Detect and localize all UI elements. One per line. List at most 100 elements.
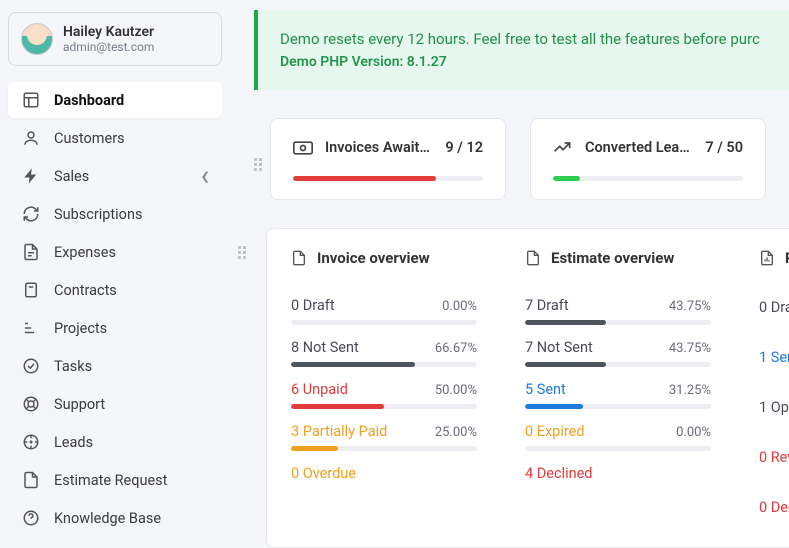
- stat-invoices-awaiting[interactable]: Invoices Awaiting ... 9 / 12: [270, 118, 506, 200]
- refresh-icon: [22, 205, 40, 223]
- stat-converted-leads[interactable]: Converted Leads 7 / 50: [530, 118, 766, 200]
- user-icon: [22, 129, 40, 147]
- overview-pct: 0.00%: [442, 299, 477, 314]
- overview-label: 0 Draft: [759, 299, 789, 316]
- nav-contracts[interactable]: Contracts: [8, 272, 222, 308]
- overview-bar: [291, 320, 477, 325]
- info-banner: Demo resets every 12 hours. Feel free to…: [254, 10, 789, 90]
- nav-label: Contracts: [54, 282, 117, 299]
- overview-row[interactable]: 5 Sent31.25%: [525, 381, 711, 409]
- overview-pct: 25.00%: [435, 425, 477, 440]
- overview-row[interactable]: 1 Open: [759, 397, 789, 416]
- nav-label: Estimate Request: [54, 472, 167, 489]
- overview-label: 1 Open: [759, 399, 789, 416]
- nav-expenses[interactable]: Expenses: [8, 234, 222, 270]
- file-icon: [291, 249, 307, 267]
- overview-pct: 66.67%: [435, 341, 477, 356]
- overview-label: 4 Declined: [525, 465, 592, 482]
- file-icon: [22, 471, 40, 489]
- invoice-overview: Invoice overview 0 Draft0.00% 8 Not Sent 6…: [267, 249, 501, 547]
- money-icon: [293, 141, 313, 155]
- overview-title: Pro: [785, 249, 789, 267]
- nav-label: Sales: [54, 168, 89, 185]
- overview-bar: [291, 446, 477, 451]
- nav-knowledge-base[interactable]: Knowledge Base: [8, 500, 222, 536]
- banner-text: Demo resets every 12 hours. Feel free to…: [280, 30, 767, 48]
- overview-bar: [525, 320, 711, 325]
- nav: Dashboard Customers Sales ❮ Subscription…: [8, 82, 222, 536]
- overview-row[interactable]: 8 Not Sent 66.67%: [291, 339, 477, 367]
- overview-label: 7 Not Sent: [525, 339, 593, 356]
- overview-label: 6 Unpaid: [291, 381, 348, 398]
- sidebar: Hailey Kautzer admin@test.com Dashboard …: [0, 0, 230, 548]
- list-icon: [22, 319, 40, 337]
- user-card[interactable]: Hailey Kautzer admin@test.com: [8, 12, 222, 66]
- overview-label: 7 Draft: [525, 297, 569, 314]
- overview-bar: [291, 362, 477, 367]
- overview-row[interactable]: 0 Revise: [759, 447, 789, 466]
- progress-bar: [293, 176, 483, 181]
- overview-row[interactable]: 7 Draft 43.75%: [525, 297, 711, 325]
- overview-pct: 0.00%: [676, 425, 711, 440]
- file-icon: [22, 243, 40, 261]
- nav-label: Customers: [54, 130, 125, 147]
- nav-label: Expenses: [54, 244, 116, 261]
- overview-row[interactable]: 0 Draft0.00%: [291, 297, 477, 325]
- overview-title: Invoice overview: [317, 249, 430, 267]
- overview-row[interactable]: 0 Declin: [759, 497, 789, 516]
- progress-bar: [553, 176, 743, 181]
- nav-subscriptions[interactable]: Subscriptions: [8, 196, 222, 232]
- nav-customers[interactable]: Customers: [8, 120, 222, 156]
- overview-pct: 43.75%: [669, 299, 711, 314]
- overview-label: 3 Partially Paid: [291, 423, 387, 440]
- nav-projects[interactable]: Projects: [8, 310, 222, 346]
- user-email: admin@test.com: [63, 40, 154, 54]
- drag-handle-icon[interactable]: [238, 200, 246, 548]
- overview-row[interactable]: 6 Unpaid 50.00%: [291, 381, 477, 409]
- user-name: Hailey Kautzer: [63, 24, 154, 40]
- nav-label: Dashboard: [54, 92, 124, 109]
- overview-label: 0 Declin: [759, 499, 789, 516]
- overview-row[interactable]: 0 Expired 0.00%: [525, 423, 711, 451]
- overview-bar: [525, 362, 711, 367]
- nav-leads[interactable]: Leads: [8, 424, 222, 460]
- main: Demo resets every 12 hours. Feel free to…: [230, 0, 789, 548]
- overview-row[interactable]: 7 Not Sent 43.75%: [525, 339, 711, 367]
- stat-count: 9 / 12: [445, 139, 483, 156]
- stat-count: 7 / 50: [705, 139, 743, 156]
- avatar: [21, 23, 53, 55]
- nav-label: Subscriptions: [54, 206, 142, 223]
- trend-icon: [553, 141, 573, 155]
- document-icon: [22, 281, 40, 299]
- overview-label: 0 Overdue: [291, 465, 356, 482]
- target-icon: [22, 433, 40, 451]
- overview-row[interactable]: 0 Overdue: [291, 465, 477, 482]
- overview-bar: [525, 404, 711, 409]
- nav-tasks[interactable]: Tasks: [8, 348, 222, 384]
- overview-label: 5 Sent: [525, 381, 566, 398]
- nav-label: Knowledge Base: [54, 510, 161, 527]
- overview-pct: 50.00%: [435, 383, 477, 398]
- bolt-icon: [22, 167, 40, 185]
- chevron-right-icon: ❮: [201, 170, 210, 183]
- proposal-overview: Pro 0 Draft 1 Sent 1 Open 0 Revise 0 Declin: [735, 249, 789, 547]
- nav-support[interactable]: Support: [8, 386, 222, 422]
- overview-row[interactable]: 4 Declined: [525, 465, 711, 482]
- nav-estimate-request[interactable]: Estimate Request: [8, 462, 222, 498]
- overview-row[interactable]: 1 Sent: [759, 347, 789, 366]
- stat-title: Converted Leads: [585, 139, 693, 156]
- overview-label: 0 Expired: [525, 423, 585, 440]
- overview-label: 8 Not Sent: [291, 339, 359, 356]
- nav-dashboard[interactable]: Dashboard: [8, 82, 222, 118]
- nav-sales[interactable]: Sales ❮: [8, 158, 222, 194]
- overviews-card: Invoice overview 0 Draft0.00%8 Not Sent6…: [266, 228, 789, 548]
- check-circle-icon: [22, 357, 40, 375]
- help-icon: [22, 509, 40, 527]
- overview-bar: [525, 446, 711, 451]
- chart-file-icon: [759, 249, 775, 267]
- drag-handle-icon[interactable]: [254, 118, 262, 200]
- overview-pct: 43.75%: [669, 341, 711, 356]
- estimate-overview: Estimate overview 7 Draft43.75%7 Not Sen…: [501, 249, 735, 547]
- overview-row[interactable]: 0 Draft: [759, 297, 789, 316]
- overview-row[interactable]: 3 Partially Paid 25.00%: [291, 423, 477, 451]
